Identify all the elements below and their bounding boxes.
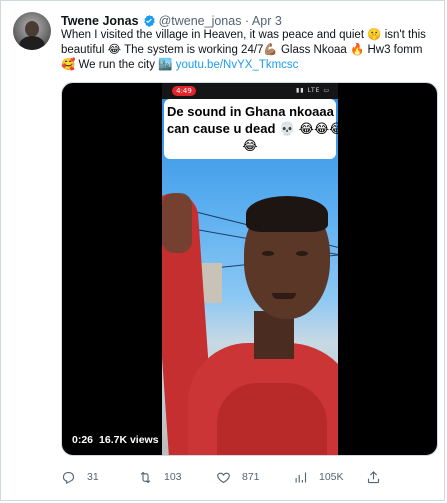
video-stats: 0:26 16.7K views bbox=[72, 434, 165, 446]
video-player[interactable]: 4:49 ▮▮ LTE ▭ De sound in Ghana nkoaaa c… bbox=[61, 82, 438, 456]
author-handle[interactable]: @twene_jonas bbox=[159, 14, 242, 28]
heart-icon bbox=[217, 472, 230, 483]
tweet-text-line: beautiful 😂 The system is working 24/7💪🏽… bbox=[61, 44, 423, 56]
tweet-actions: 31 103 871 105K bbox=[61, 465, 438, 489]
caption-line: De sound in Ghana nkoaaa bbox=[167, 104, 334, 119]
video-caption: De sound in Ghana nkoaaa can cause u dea… bbox=[164, 99, 338, 159]
avatar-body bbox=[19, 36, 45, 50]
reply-button[interactable]: 31 bbox=[61, 465, 99, 489]
share-icon bbox=[367, 470, 380, 483]
analytics-icon bbox=[295, 472, 307, 482]
status-icons: ▮▮ LTE ▭ bbox=[295, 87, 330, 94]
hoodie-shadow bbox=[217, 383, 327, 455]
video-views: 16.7K views bbox=[99, 434, 159, 446]
status-time: 4:49 bbox=[172, 86, 196, 96]
like-button[interactable]: 871 bbox=[216, 465, 260, 489]
avatar-face bbox=[25, 21, 39, 37]
avatar[interactable] bbox=[13, 12, 51, 50]
tweet-card[interactable]: Twene Jonas @twene_jonas · Apr 3 When I v… bbox=[0, 0, 445, 501]
separator-dot: · bbox=[244, 14, 250, 28]
hair bbox=[246, 196, 328, 232]
tweet-text-segment: 🥰 We run the city 🏙️ bbox=[61, 59, 173, 71]
tweet-text: When I visited the village in Heaven, it… bbox=[61, 28, 436, 73]
tweet-link[interactable]: youtu.be/NvYX_Tkmcsc bbox=[176, 59, 299, 71]
tweet-date[interactable]: Apr 3 bbox=[252, 14, 282, 28]
video-frame: 4:49 ▮▮ LTE ▭ De sound in Ghana nkoaaa c… bbox=[162, 83, 338, 455]
eye bbox=[296, 251, 308, 256]
video-duration: 0:26 bbox=[72, 434, 94, 446]
mouth bbox=[272, 293, 296, 299]
share-button[interactable] bbox=[366, 465, 392, 489]
tweet-text-line: 🥰 We run the city 🏙️ youtu.be/NvYX_Tkmcs… bbox=[61, 58, 436, 73]
eye bbox=[262, 251, 274, 256]
views-button[interactable]: 105K bbox=[293, 465, 344, 489]
retweet-icon bbox=[140, 471, 151, 483]
hand bbox=[162, 193, 192, 253]
view-count: 105K bbox=[319, 471, 344, 483]
retweet-button[interactable]: 103 bbox=[138, 465, 182, 489]
author-name[interactable]: Twene Jonas bbox=[61, 14, 139, 28]
retweet-count: 103 bbox=[164, 471, 182, 483]
reply-icon bbox=[62, 471, 75, 484]
like-count: 871 bbox=[242, 471, 260, 483]
tweet-text-line: When I visited the village in Heaven, it… bbox=[61, 29, 426, 41]
caption-line: 😂 bbox=[242, 138, 258, 153]
caption-line: can cause u dead 💀 😂😂😂 bbox=[167, 121, 338, 136]
phone-status-bar: 4:49 ▮▮ LTE ▭ bbox=[162, 83, 338, 99]
reply-count: 31 bbox=[87, 471, 99, 483]
